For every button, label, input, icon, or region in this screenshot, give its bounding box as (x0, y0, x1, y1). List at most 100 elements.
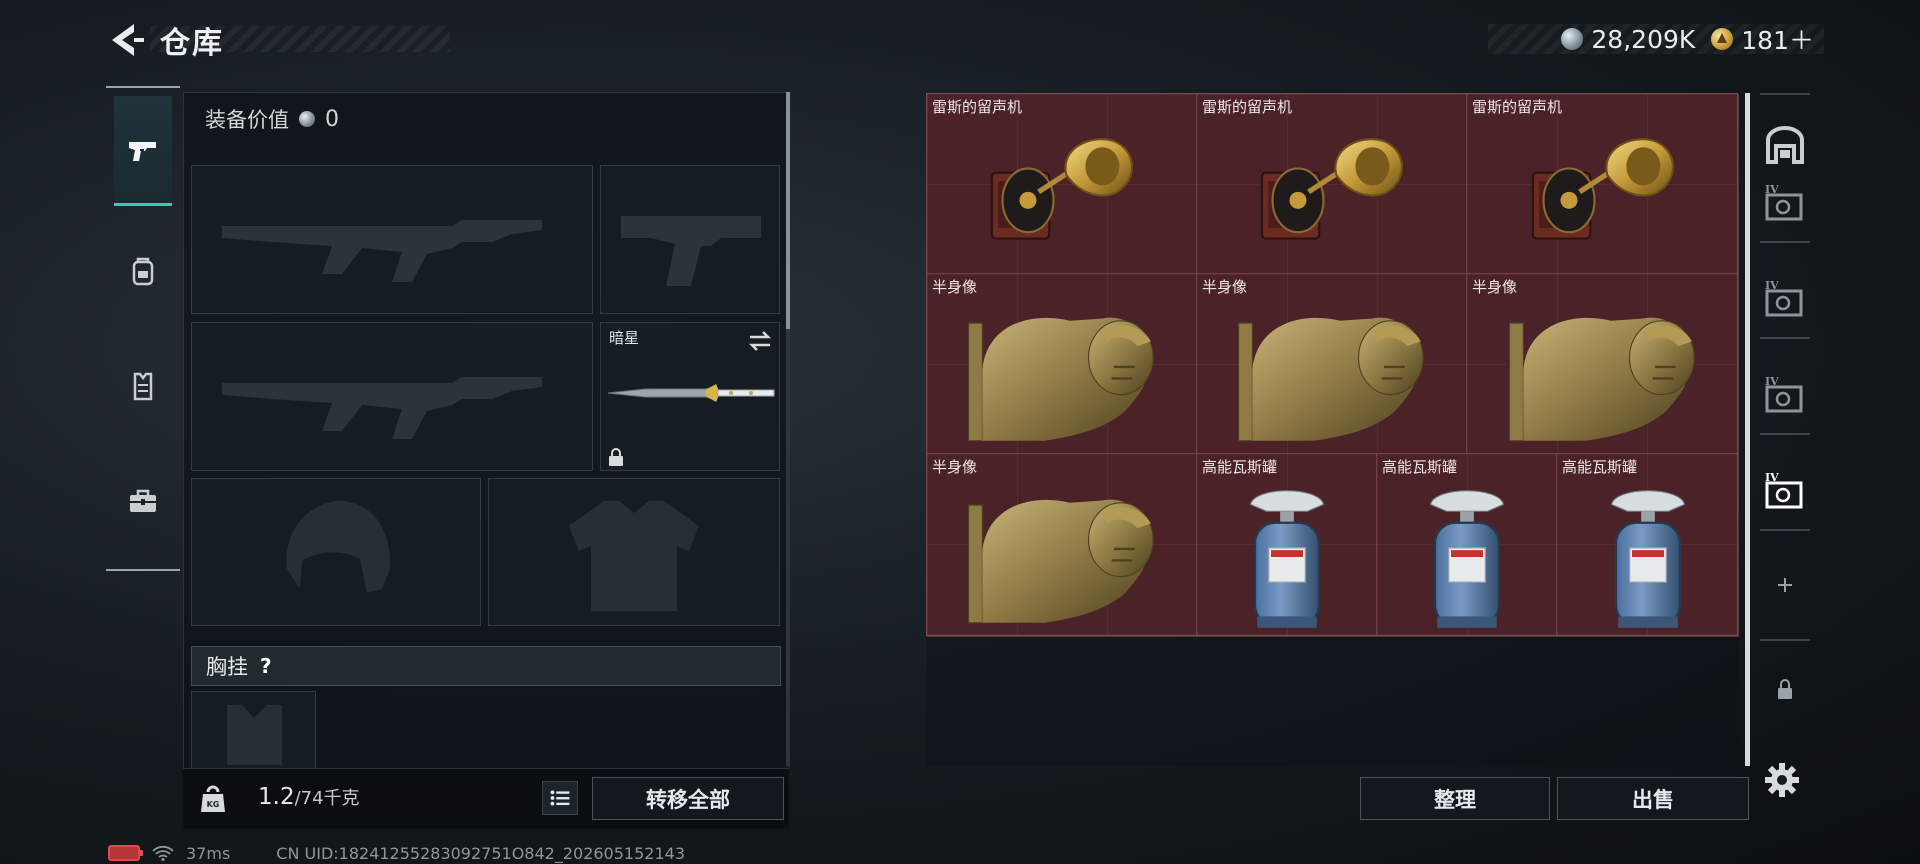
gold-triangle-coin-icon (1711, 28, 1734, 50)
wifi-icon (152, 845, 174, 861)
page-title: 仓库 (160, 26, 224, 61)
helmet-slot[interactable] (191, 478, 481, 626)
gas-canister-icon (1610, 489, 1686, 630)
item-name: 高能瓦斯罐 (1382, 458, 1458, 476)
chest-rig-slot[interactable] (191, 691, 316, 769)
safe-box-icon: IV (1765, 471, 1803, 509)
storage-item-bust[interactable]: 半身像 (1467, 274, 1739, 454)
storage-item-gramophone[interactable]: 雷斯的留声机 (1467, 94, 1739, 274)
safe-box-icon: IV (1765, 375, 1803, 413)
tab-weapons[interactable] (114, 96, 172, 206)
melee-name: 暗星 (609, 329, 640, 347)
storage-item-bust[interactable]: 半身像 (927, 454, 1197, 637)
category-sidebar (106, 86, 180, 571)
tab-toolbox[interactable] (114, 446, 172, 556)
primary-weapon-slot[interactable] (191, 165, 593, 314)
tab-storage-iv-1[interactable]: IV (1758, 173, 1812, 233)
sort-button[interactable]: 整理 (1360, 777, 1550, 820)
swap-icon[interactable] (747, 329, 773, 353)
bust-icon (1237, 316, 1425, 442)
item-name: 雷斯的留声机 (1202, 98, 1293, 116)
secondary-primary-slot[interactable] (191, 322, 593, 471)
gold-currency[interactable]: 181＋ (1711, 21, 1814, 57)
tab-storage-main[interactable] (1758, 115, 1812, 175)
storage-item-gramophone[interactable]: 雷斯的留声机 (1197, 94, 1467, 274)
sell-button[interactable]: 出售 (1557, 777, 1749, 820)
divider (1760, 337, 1810, 339)
storage-item-gas-canister[interactable]: 高能瓦斯罐 (1197, 454, 1377, 637)
tab-storage-iv-3[interactable]: IV (1758, 365, 1812, 425)
currency-bar: 28,209K 181＋ (1488, 21, 1824, 57)
knife-icon (607, 384, 775, 402)
item-name: 半身像 (932, 278, 978, 296)
gear-icon[interactable] (1762, 760, 1802, 800)
divider (1760, 639, 1810, 641)
item-name: 高能瓦斯罐 (1562, 458, 1638, 476)
warehouse-icon (1766, 126, 1804, 164)
equipment-scrollbar[interactable] (786, 92, 790, 329)
gas-canister-icon (1249, 489, 1325, 630)
chest-rig-silhouette-icon (227, 705, 282, 765)
locked-storage-slot[interactable] (1758, 659, 1812, 719)
storage-grid: 雷斯的留声机 雷斯的留声机 雷斯的留声机 半身像 半身像 半身像 半身像 高能瓦斯罐 高能瓦斯罐… (926, 93, 1739, 637)
uid-readout: CN UID:18241255283092751O842_20260515214… (276, 843, 685, 863)
secondary-weapon-slot[interactable] (600, 165, 780, 314)
max-weight: /74千克 (294, 788, 360, 809)
tab-storage-iv-4-active[interactable]: IV (1758, 461, 1812, 521)
storage-item-gramophone[interactable]: 雷斯的留声机 (927, 94, 1197, 274)
divider (1760, 433, 1810, 435)
svg-text:KG: KG (207, 800, 220, 809)
bust-icon (1508, 316, 1696, 442)
status-bar: 37ms CN UID:18241255283092751O842_202605… (108, 843, 685, 863)
storage-scrollbar[interactable] (1745, 93, 1750, 766)
tab-backpack[interactable] (114, 216, 172, 326)
silver-amount: 28,209K (1591, 24, 1696, 54)
storage-item-gas-canister[interactable]: 高能瓦斯罐 (1377, 454, 1557, 637)
item-name: 高能瓦斯罐 (1202, 458, 1278, 476)
melee-weapon-slot[interactable]: 暗星 (600, 322, 780, 471)
storage-empty-area (926, 636, 1738, 766)
silver-coin-icon (299, 111, 315, 127)
lock-icon (609, 448, 623, 466)
rifle-silhouette-icon (222, 377, 542, 439)
list-view-icon[interactable] (542, 781, 578, 815)
battery-icon (108, 845, 143, 861)
gramophone-icon (1518, 135, 1688, 255)
item-name: 半身像 (1472, 278, 1518, 296)
safe-box-icon: IV (1765, 279, 1803, 317)
gas-canister-icon (1429, 489, 1505, 630)
equipment-value-label: 装备价值 (205, 108, 289, 132)
tab-storage-iv-2[interactable]: IV (1758, 269, 1812, 329)
body-armor-slot[interactable] (488, 478, 780, 626)
bust-icon (967, 316, 1155, 442)
ping-readout: 37ms (186, 843, 231, 863)
item-name: 雷斯的留声机 (932, 98, 1023, 116)
equipment-value-amount: 0 (325, 106, 339, 132)
silver-currency[interactable]: 28,209K (1561, 25, 1695, 54)
storage-item-bust[interactable]: 半身像 (1197, 274, 1467, 454)
bust-icon (967, 498, 1155, 624)
rifle-silhouette-icon (222, 220, 542, 282)
storage-item-gas-canister[interactable]: 高能瓦斯罐 (1557, 454, 1739, 637)
pistol-icon (129, 141, 156, 161)
gramophone-icon (977, 135, 1147, 255)
equipment-value: 装备价值 0 (205, 104, 339, 134)
tab-vest[interactable] (114, 331, 172, 441)
divider (1760, 241, 1810, 243)
silver-coin-icon (1561, 28, 1584, 50)
helmet-silhouette-icon (286, 500, 391, 593)
item-name: 半身像 (932, 458, 978, 476)
backpack-icon (132, 257, 154, 286)
storage-item-bust[interactable]: 半身像 (927, 274, 1197, 454)
back-arrow-icon[interactable] (104, 20, 148, 60)
gramophone-icon (1247, 135, 1417, 255)
kettlebell-weight-icon: KG (201, 785, 225, 812)
transfer-all-button[interactable]: 转移全部 (592, 777, 784, 820)
plus-icon (1778, 578, 1792, 592)
toolbox-icon (130, 489, 156, 512)
chest-rig-label: 胸挂 (206, 655, 248, 679)
add-storage-button[interactable] (1758, 555, 1812, 615)
item-name: 半身像 (1202, 278, 1248, 296)
gold-amount: 181＋ (1741, 26, 1814, 55)
help-icon[interactable]: ? (260, 654, 272, 678)
